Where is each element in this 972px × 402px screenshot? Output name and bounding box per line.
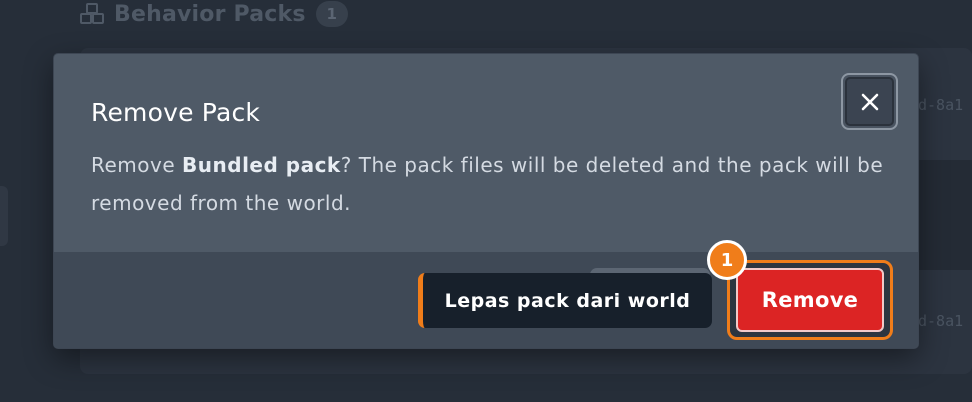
tour-step-badge: 1 [707, 240, 747, 280]
cubes-icon [80, 3, 104, 25]
dialog-title: Remove Pack [91, 98, 261, 127]
remove-button[interactable]: Remove [736, 268, 884, 332]
section-header: Behavior Packs 1 [80, 0, 348, 28]
tour-highlight-ring: Remove [727, 260, 893, 340]
pack-count-badge: 1 [315, 1, 348, 27]
remove-pack-dialog: Remove Pack Remove Bundled pack? The pac… [54, 54, 918, 348]
pack-hash-text: d-8a1 [918, 96, 964, 114]
message-prefix: Remove [91, 153, 183, 177]
background-sidebar-edge [0, 186, 8, 246]
close-button[interactable] [841, 73, 898, 130]
close-button-inner[interactable] [845, 77, 894, 126]
pack-hash-text: d-8a1 [918, 312, 964, 330]
tour-tooltip: Lepas pack dari world [418, 273, 712, 328]
page: Behavior Packs 1 d-8a1 d-8a1 Remove Pack… [0, 0, 972, 402]
section-title: Behavior Packs [114, 1, 306, 27]
dialog-message: Remove Bundled pack? The pack files will… [91, 146, 891, 222]
close-icon [861, 93, 878, 110]
pack-name: Bundled pack [182, 153, 341, 177]
